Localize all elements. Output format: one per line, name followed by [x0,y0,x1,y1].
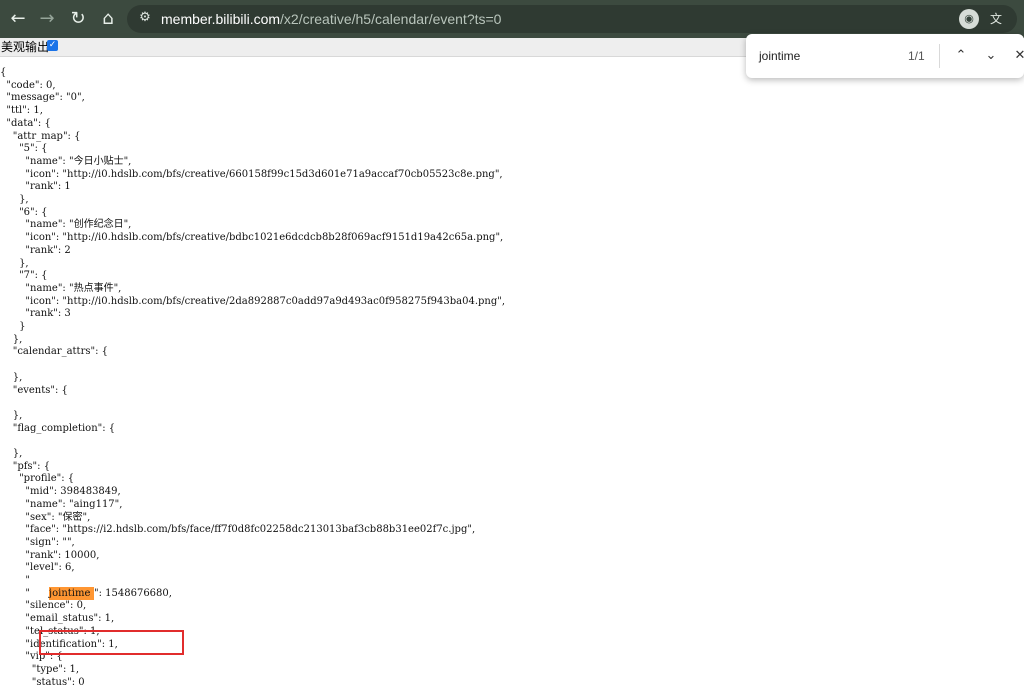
url-text[interactable]: member.bilibili.com/x2/creative/h5/calen… [161,10,501,28]
json-line: "attr_map": { [0,130,81,142]
json-line: "pfs": { [0,460,51,472]
find-input[interactable]: jointime [759,48,800,64]
lens-icon[interactable]: ◉ [959,9,979,29]
translate-icon[interactable]: 文 [986,9,1006,29]
find-next-button[interactable]: ⌄ [981,46,1001,66]
json-line: "7": { [0,270,48,282]
json-line-indent: " [0,587,31,599]
home-button[interactable]: ⌂ [96,7,120,31]
json-line: "icon": "http://i0.hdslb.com/bfs/creativ… [0,232,504,244]
prettify-label: 美观输出 [1,40,50,54]
find-close-button[interactable]: ✕ [1010,46,1024,66]
json-line: "data": { [0,117,51,129]
json-line: "message": "0", [0,92,85,104]
prettify-checkbox[interactable]: ✓ [47,40,58,51]
json-viewer: { "code": 0, "message": "0", "ttl": 1, "… [0,58,1024,690]
chevron-down-icon: ⌄ [985,48,997,63]
json-line: "rank": 3 [0,308,71,320]
json-line: "mid": 398483849, [0,486,121,498]
json-line: }, [0,257,29,269]
json-line: "status": 0 [0,676,85,688]
json-line: "icon": "http://i0.hdslb.com/bfs/creativ… [0,168,503,180]
highlight-box [39,630,184,655]
json-line: }, [0,409,23,421]
find-count: 1/1 [908,49,925,63]
jointime-value: ": 1548676680, [94,587,172,599]
json-line: "name": "今日小贴士", [0,155,132,167]
site-info-icon[interactable]: ⚙ [136,9,154,27]
json-line: "rank": 2 [0,244,71,256]
json-line: } [0,321,26,332]
reload-button[interactable]: ↻ [66,7,90,31]
find-match-highlight: jointime [49,586,94,600]
json-line: "flag_completion": { [0,422,116,434]
url-path: /x2/creative/h5/calendar/event?ts=0 [280,11,502,27]
home-icon: ⌂ [102,8,114,29]
json-line: { [0,67,7,78]
json-line: "sex": "保密", [0,511,91,523]
json-line: "calendar_attrs": { [0,346,108,358]
json-line: "name": "创作纪念日", [0,219,132,231]
arrow-left-icon: ← [10,8,26,29]
json-line: "icon": "http://i0.hdslb.com/bfs/creativ… [0,295,506,307]
json-line: "5": { [0,143,48,155]
json-line: "name": "aing117", [0,498,123,510]
json-line: }, [0,371,23,383]
json-line: "6": { [0,206,48,218]
find-bar: jointime 1/1 ⌃ ⌄ ✕ [746,34,1024,78]
json-line: "rank": 1 [0,181,71,193]
arrow-right-icon: → [39,8,55,29]
json-line: "profile": { [0,473,75,485]
json-line: "name": "热点事件", [0,282,122,294]
back-button[interactable]: ← [6,7,30,31]
json-line: "rank": 10000, [0,549,100,561]
json-line: "ttl": 1, [0,105,43,117]
json-line: "code": 0, [0,79,56,91]
find-divider [939,44,940,68]
find-prev-button[interactable]: ⌃ [951,46,971,66]
json-line: "type": 1, [0,663,80,675]
json-line: " jointime ": 1548676680, [0,586,172,600]
json-line: }, [0,194,29,205]
json-line: "events": { [0,384,68,396]
json-line: " [0,575,31,586]
json-line: "face": "https://i2.hdslb.com/bfs/face/f… [0,524,476,536]
url-host: member.bilibili.com [161,11,281,27]
json-line: "silence": 0, [0,600,87,612]
json-line: "sign": "", [0,536,75,548]
browser-toolbar: ← → ↻ ⌂ ⚙ member.bilibili.com/x2/creativ… [0,0,1024,38]
json-line: "email_status": 1, [0,613,115,625]
json-line: "level": 6, [0,562,75,574]
reload-icon: ↻ [70,8,86,29]
json-line: }, [0,448,23,459]
chevron-up-icon: ⌃ [955,48,967,63]
json-line: }, [0,333,23,345]
forward-button[interactable]: → [35,7,59,31]
close-icon: ✕ [1014,48,1024,63]
